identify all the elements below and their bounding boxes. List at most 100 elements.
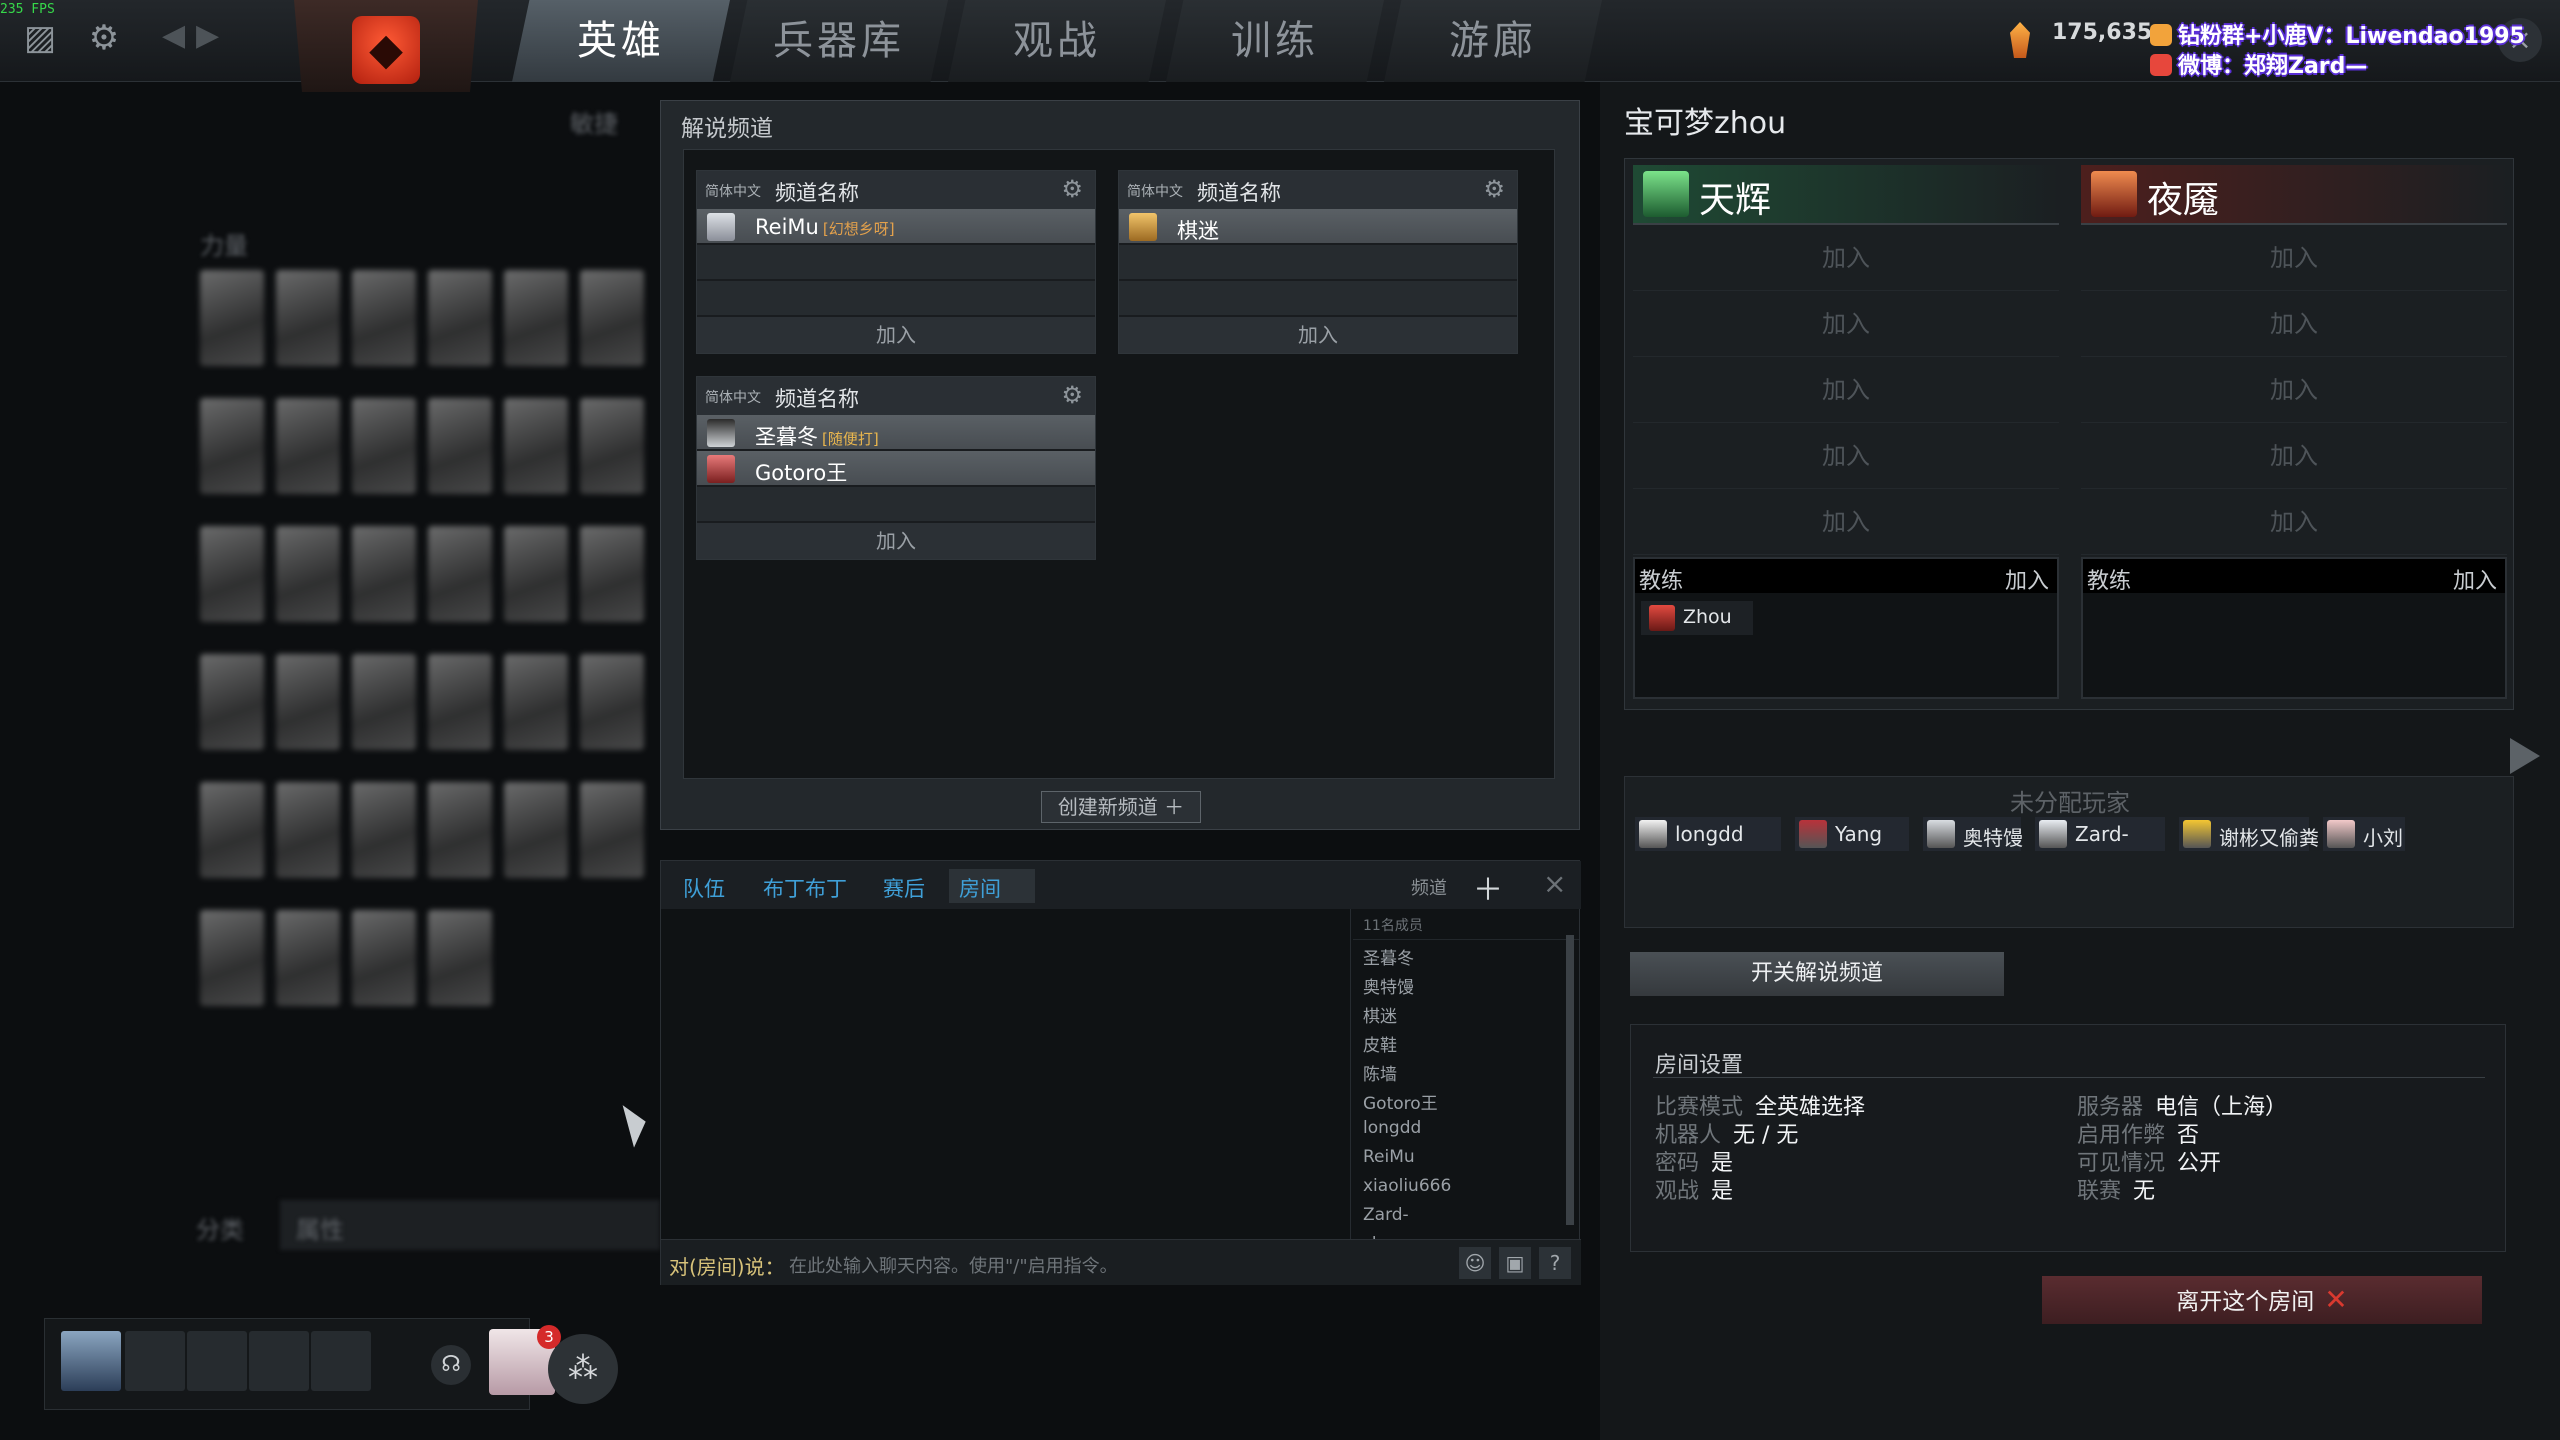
party-slot[interactable] (125, 1331, 185, 1391)
chat-tab-team[interactable]: 队伍 (683, 873, 725, 903)
my-avatar[interactable] (61, 1331, 121, 1391)
hero-portrait[interactable] (428, 398, 492, 494)
expand-arrow-icon[interactable] (2510, 738, 2540, 774)
dire-slot-4[interactable]: 加入 (2081, 423, 2507, 489)
dire-slot-2[interactable]: 加入 (2081, 291, 2507, 357)
nav-tab-armory[interactable]: 兵器库 (730, 0, 948, 82)
hero-portrait[interactable] (200, 398, 264, 494)
hero-portrait[interactable] (276, 782, 340, 878)
unassigned-player[interactable]: 奥特馒 (1923, 817, 2023, 851)
gear-icon[interactable]: ⚙ (1061, 175, 1083, 203)
unassigned-player[interactable]: Yang (1795, 817, 1909, 851)
chat-input-bar[interactable]: 对(房间)说： 在此处输入聊天内容。使用"/"启用指令。 ☺ ▣ ? (661, 1239, 1581, 1285)
hero-portrait[interactable] (276, 398, 340, 494)
party-slot[interactable] (311, 1331, 371, 1391)
channel-member[interactable]: ReiMu [幻想乡呀] (697, 209, 1095, 245)
unassigned-player[interactable]: 小刘 (2323, 817, 2405, 851)
hero-portrait[interactable] (504, 654, 568, 750)
hero-portrait[interactable] (352, 782, 416, 878)
dota-logo[interactable]: ◆ (294, 0, 478, 92)
hero-portrait[interactable] (428, 910, 492, 1006)
coach-join-button[interactable]: 加入 (2453, 563, 2497, 595)
hero-portrait[interactable] (504, 270, 568, 366)
create-channel-button[interactable]: 创建新频道 ＋ (1041, 791, 1201, 823)
dire-slot-3[interactable]: 加入 (2081, 357, 2507, 423)
radiant-slot-3[interactable]: 加入 (1633, 357, 2059, 423)
hero-portrait[interactable] (200, 526, 264, 622)
gear-icon[interactable]: ⚙ (1061, 381, 1083, 409)
gear-icon[interactable]: ⚙ (1483, 175, 1505, 203)
party-slot[interactable] (249, 1331, 309, 1391)
hero-portrait[interactable] (580, 526, 644, 622)
hero-portrait[interactable] (200, 270, 264, 366)
radiant-slot-1[interactable]: 加入 (1633, 225, 2059, 291)
chat-member-item[interactable]: ReiMu (1353, 1143, 1579, 1172)
unassigned-player[interactable]: Zard- (2035, 817, 2165, 851)
unassigned-player[interactable]: longdd (1635, 817, 1781, 851)
channel-join-button[interactable]: 加入 (697, 523, 1095, 559)
hero-portrait[interactable] (428, 526, 492, 622)
hero-portrait[interactable] (352, 526, 416, 622)
hero-portrait[interactable] (580, 782, 644, 878)
nav-tab-arcade[interactable]: 游廊 (1384, 0, 1602, 82)
hero-portrait[interactable] (580, 270, 644, 366)
nav-tab-watch[interactable]: 观战 (948, 0, 1166, 82)
emoji-icon[interactable]: ☺ (1459, 1247, 1491, 1279)
hero-portrait[interactable] (580, 654, 644, 750)
hero-portrait[interactable] (200, 654, 264, 750)
chat-tab-room[interactable]: 房间 ⌄ (949, 869, 1035, 927)
channel-member[interactable]: Gotoro王 (697, 451, 1095, 487)
hero-portrait[interactable] (504, 526, 568, 622)
unassigned-player[interactable]: 谢彬又偷粪 (2179, 817, 2319, 851)
radiant-slot-2[interactable]: 加入 (1633, 291, 2059, 357)
hero-portrait[interactable] (352, 654, 416, 750)
add-channel-icon[interactable]: ＋ (1473, 865, 1503, 909)
forward-arrow-icon[interactable]: ▶ (196, 18, 219, 53)
radiant-slot-5[interactable]: 加入 (1633, 489, 2059, 555)
hero-portrait[interactable] (276, 910, 340, 1006)
coach-player[interactable]: Zhou (1641, 601, 1753, 635)
coach-join-button[interactable]: 加入 (2005, 563, 2049, 595)
help-icon[interactable]: ? (1539, 1247, 1571, 1279)
chat-member-item[interactable]: Zard- (1353, 1201, 1579, 1230)
hero-portrait[interactable] (276, 526, 340, 622)
hero-portrait[interactable] (504, 782, 568, 878)
party-slot[interactable] (187, 1331, 247, 1391)
dire-slot-5[interactable]: 加入 (2081, 489, 2507, 555)
dire-slot-1[interactable]: 加入 (2081, 225, 2507, 291)
hero-portrait[interactable] (428, 270, 492, 366)
chat-member-item[interactable]: 棋迷 (1353, 998, 1579, 1027)
member-scrollbar[interactable] (1566, 935, 1574, 1225)
hero-portrait[interactable] (428, 654, 492, 750)
chat-tab-pudding[interactable]: 布丁布丁 (763, 873, 847, 903)
hero-portrait[interactable] (200, 910, 264, 1006)
channel-join-button[interactable]: 加入 (1119, 317, 1517, 353)
channel-join-button[interactable]: 加入 (697, 317, 1095, 353)
hero-portrait[interactable] (352, 270, 416, 366)
chat-member-item[interactable]: 圣暮冬 (1353, 940, 1579, 969)
radiant-slot-4[interactable]: 加入 (1633, 423, 2059, 489)
back-arrow-icon[interactable]: ◀ (162, 18, 185, 53)
hero-portrait[interactable] (276, 270, 340, 366)
hero-portrait[interactable] (276, 654, 340, 750)
hero-portrait[interactable] (428, 782, 492, 878)
nav-tab-learn[interactable]: 训练 (1166, 0, 1384, 82)
channel-member[interactable]: 棋迷 (1119, 209, 1517, 245)
hero-portrait[interactable] (352, 910, 416, 1006)
chat-input[interactable]: 在此处输入聊天内容。使用"/"启用指令。 (789, 1252, 1118, 1278)
chat-tab-postgame[interactable]: 赛后 (883, 873, 925, 903)
gear-icon[interactable]: ⚙ (84, 18, 124, 58)
friends-list-icon[interactable]: ⁂ (548, 1334, 618, 1404)
chat-member-item[interactable]: Gotoro王 (1353, 1085, 1579, 1114)
chat-member-item[interactable]: 奥特馒 (1353, 969, 1579, 998)
chat-member-item[interactable]: xiaoliu666 (1353, 1172, 1579, 1201)
toggle-caster-channel-button[interactable]: 开关解说频道 (1630, 952, 2004, 996)
hero-portrait[interactable] (580, 398, 644, 494)
leave-room-button[interactable]: 离开这个房间 ✕ (2042, 1276, 2482, 1324)
hero-portrait[interactable] (504, 398, 568, 494)
close-icon[interactable]: × (1543, 867, 1566, 900)
image-icon[interactable]: ▣ (1499, 1247, 1531, 1279)
chat-member-item[interactable]: 皮鞋 (1353, 1027, 1579, 1056)
headset-icon[interactable]: ☊ (431, 1345, 471, 1385)
chat-member-item[interactable]: 陈墙 (1353, 1056, 1579, 1085)
